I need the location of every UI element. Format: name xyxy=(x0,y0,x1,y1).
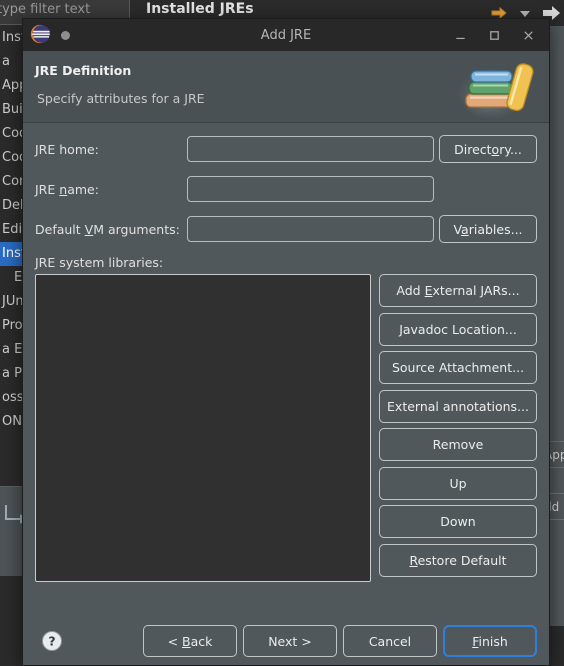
close-icon[interactable] xyxy=(519,26,537,44)
back-button[interactable]: < Back xyxy=(143,625,237,657)
screen: type filter text Installed JREs Instal xyxy=(0,0,564,666)
up-label: Up xyxy=(449,475,467,491)
jre-name-label: JRE name: xyxy=(35,182,187,197)
back-label-before: < xyxy=(167,633,183,649)
variables-button-label-before: V xyxy=(453,221,462,237)
restore-default-label-after: estore Default xyxy=(417,552,507,568)
filter-text-placeholder: type filter text xyxy=(0,2,91,17)
unsaved-indicator-icon xyxy=(61,30,70,40)
dialog-body: JRE home: Directory... JRE name: Default… xyxy=(23,123,549,651)
minimize-icon[interactable] xyxy=(451,26,469,44)
external-annotations-label: External annotations... xyxy=(387,398,529,414)
back-mnemonic: B xyxy=(182,633,191,649)
variables-button[interactable]: Variables... xyxy=(439,215,537,243)
vm-arguments-row: Default VM arguments: Variables... xyxy=(35,215,537,243)
external-annotations-button[interactable]: External annotations... xyxy=(379,389,537,423)
libraries-area: Add External JARs... Javadoc Location...… xyxy=(35,274,537,582)
finish-button[interactable]: Finish xyxy=(443,625,537,657)
vm-arguments-label: Default VM arguments: xyxy=(35,222,187,237)
next-label: Next > xyxy=(268,633,312,649)
titlebar-left-group xyxy=(29,23,70,48)
add-external-jars-label-after: xternal JARs... xyxy=(432,283,520,298)
jre-name-input[interactable] xyxy=(187,176,434,202)
remove-button[interactable]: Remove xyxy=(379,428,537,461)
source-attachment-button[interactable]: Source Attachment... xyxy=(379,351,537,384)
variables-button-mnemonic: a xyxy=(461,221,469,237)
vm-arguments-input[interactable] xyxy=(187,216,434,242)
add-external-jars-label-before: Add xyxy=(396,283,425,298)
banner-title: JRE Definition xyxy=(35,63,132,78)
add-jre-dialog: Add JRE JRE Definition Specify attribute… xyxy=(22,18,550,666)
cancel-button[interactable]: Cancel xyxy=(343,625,437,657)
javadoc-location-label: Javadoc Location... xyxy=(399,321,517,337)
dialog-titlebar[interactable]: Add JRE xyxy=(23,19,549,51)
jre-system-libraries-label: JRE system libraries: xyxy=(35,255,164,270)
jre-system-libraries-list[interactable] xyxy=(35,274,371,582)
libraries-button-column: Add External JARs... Javadoc Location...… xyxy=(379,274,537,582)
books-stack-icon xyxy=(453,53,541,122)
jre-home-input[interactable] xyxy=(187,136,434,162)
eclipse-logo-icon xyxy=(29,23,51,48)
directory-button-label-after: ry... xyxy=(499,141,522,157)
down-button[interactable]: Down xyxy=(379,505,537,538)
directory-button-label-before: Direct xyxy=(454,141,492,157)
cancel-label: Cancel xyxy=(368,633,412,649)
add-external-jars-button[interactable]: Add External JARs... xyxy=(379,274,537,307)
jre-home-row: JRE home: Directory... xyxy=(35,135,537,163)
remove-label: Remove xyxy=(432,437,484,452)
dialog-footer: ? < Back Next > Cancel Finish xyxy=(23,617,549,665)
jre-name-label-before: JRE xyxy=(35,181,60,197)
maximize-icon[interactable] xyxy=(485,26,503,44)
source-attachment-label: Source Attachment... xyxy=(391,360,525,375)
restore-default-button[interactable]: Restore Default xyxy=(379,543,537,577)
jre-home-label: JRE home: xyxy=(35,141,99,157)
banner-subtitle: Specify attributes for a JRE xyxy=(37,91,205,106)
back-label-after: ack xyxy=(190,633,213,649)
up-button[interactable]: Up xyxy=(379,466,537,500)
wizard-buttons: < Back Next > Cancel Finish xyxy=(143,625,537,657)
directory-button[interactable]: Directory... xyxy=(439,135,537,163)
jre-name-label-after: ame: xyxy=(67,181,99,197)
add-external-jars-mnemonic: E xyxy=(424,283,433,298)
restore-default-mnemonic: R xyxy=(409,552,418,568)
variables-button-label-after: riables... xyxy=(468,221,523,237)
vm-arguments-label-before: Default xyxy=(35,221,85,237)
help-icon[interactable]: ? xyxy=(41,630,63,652)
next-button[interactable]: Next > xyxy=(243,625,337,657)
jre-name-label-mnemonic: n xyxy=(59,181,68,197)
down-label: Down xyxy=(440,514,476,529)
vm-arguments-label-after: M arguments: xyxy=(93,221,180,237)
dialog-banner: JRE Definition Specify attributes for a … xyxy=(23,51,549,123)
window-controls xyxy=(451,26,543,44)
javadoc-location-button[interactable]: Javadoc Location... xyxy=(379,312,537,346)
page-title: Installed JREs xyxy=(146,1,254,17)
finish-label-after: inish xyxy=(478,633,508,649)
vm-arguments-label-mnemonic: V xyxy=(84,221,94,237)
svg-text:?: ? xyxy=(48,634,55,649)
jre-name-row: JRE name: xyxy=(35,175,537,203)
